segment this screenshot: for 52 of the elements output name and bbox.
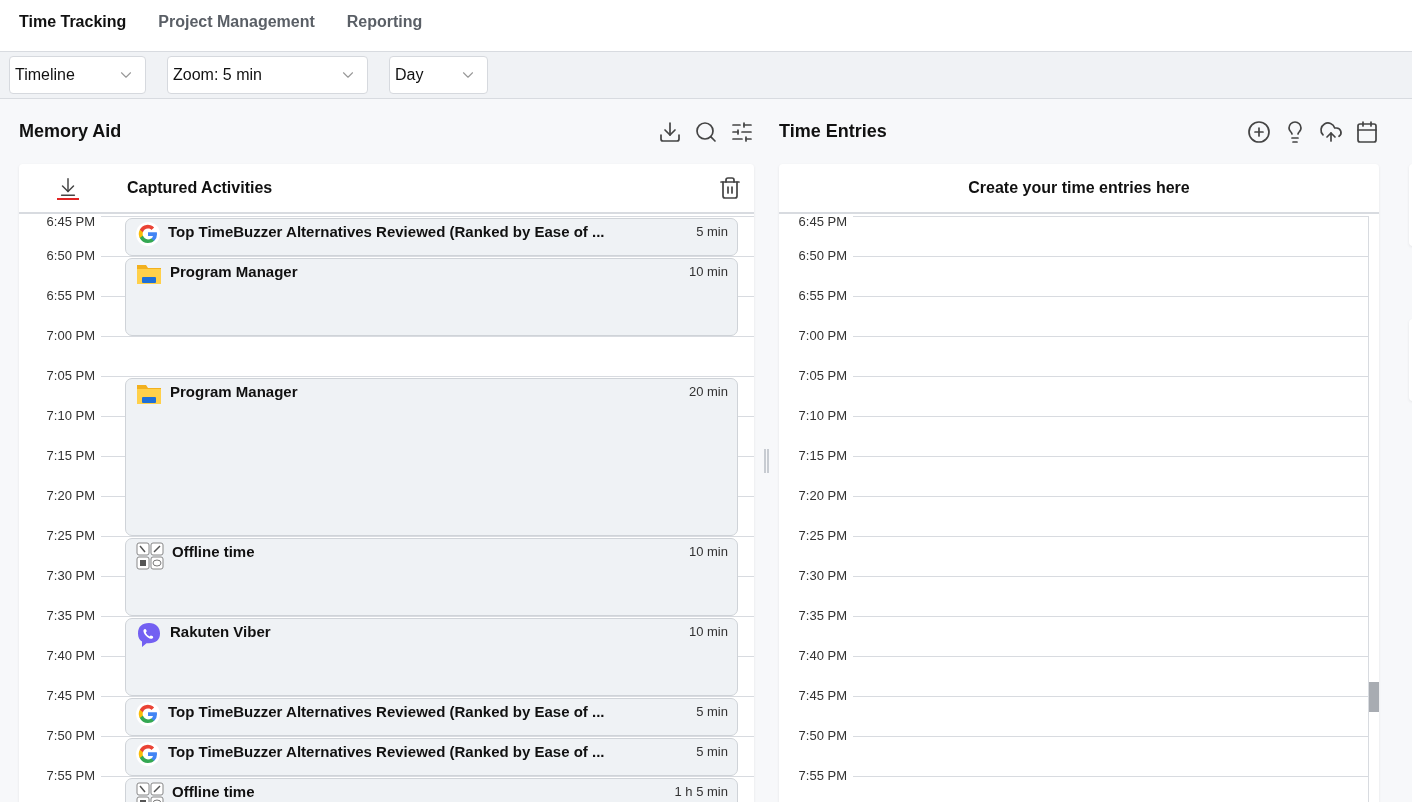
activity-card[interactable]: Program Manager 20 min	[125, 378, 738, 536]
activity-title: Top TimeBuzzer Alternatives Reviewed (Ranked by Ease of ...	[168, 222, 606, 242]
nav-tab[interactable]: Time Tracking	[19, 13, 127, 31]
folder-icon	[136, 262, 162, 286]
activity-title: Rakuten Viber	[170, 622, 272, 642]
activity-title: Top TimeBuzzer Alternatives Reviewed (Ranked by Ease of ...	[168, 702, 606, 722]
activity-duration: 10 min	[688, 623, 728, 641]
activity-duration: 5 min	[696, 223, 728, 241]
search-icon[interactable]	[694, 119, 718, 144]
grid-icon	[136, 782, 164, 802]
activity-card[interactable]: Offline time 1 h 5 min	[125, 778, 738, 802]
activity-title: Offline time	[172, 782, 256, 802]
resize-handle[interactable]	[764, 448, 769, 473]
activity-card[interactable]: Program Manager 10 min	[125, 258, 738, 336]
add-icon[interactable]	[1247, 119, 1271, 144]
upload-icon[interactable]	[1319, 119, 1343, 144]
chat-phone-icon	[136, 622, 162, 648]
activity-card[interactable]: Rakuten Viber 10 min	[125, 618, 738, 696]
dropdown[interactable]: Zoom: 5 min	[167, 56, 368, 94]
nav-tab[interactable]: Project Management	[158, 13, 315, 31]
dropdown[interactable]: Day	[389, 56, 488, 94]
google-icon	[136, 222, 160, 246]
activity-duration: 1 h 5 min	[674, 783, 728, 801]
card-title: Captured Activities	[127, 179, 274, 197]
card-title: Create your time entries here	[968, 179, 1190, 197]
activity-duration: 10 min	[688, 263, 728, 281]
panel-title: Memory Aid	[19, 121, 122, 142]
folder-icon	[136, 382, 162, 406]
activity-card[interactable]: Top TimeBuzzer Alternatives Reviewed (Ranked by Ease of ... 5 min	[125, 218, 738, 256]
activity-duration: 10 min	[688, 543, 728, 561]
scrollbar[interactable]	[1368, 216, 1379, 802]
activity-duration: 20 min	[688, 383, 728, 401]
settings-icon[interactable]	[730, 119, 754, 144]
activity-card[interactable]: Top TimeBuzzer Alternatives Reviewed (Ranked by Ease of ... 5 min	[125, 698, 738, 736]
activity-card[interactable]: Top TimeBuzzer Alternatives Reviewed (Ranked by Ease of ... 5 min	[125, 738, 738, 776]
download-icon[interactable]	[57, 176, 79, 200]
trash-icon[interactable]	[718, 176, 742, 200]
google-icon	[136, 702, 160, 726]
download-icon[interactable]	[658, 119, 682, 144]
panel-title: Time Entries	[779, 121, 887, 142]
activity-title: Program Manager	[170, 262, 299, 282]
grid-icon	[136, 542, 164, 570]
dropdown[interactable]: Timeline	[9, 56, 146, 94]
activity-title: Offline time	[172, 542, 256, 562]
nav-tab[interactable]: Reporting	[346, 13, 423, 31]
google-icon	[136, 742, 160, 766]
activity-duration: 5 min	[696, 743, 728, 761]
calendar-icon[interactable]	[1355, 119, 1379, 144]
activity-card[interactable]: Offline time 10 min	[125, 538, 738, 616]
activity-title: Top TimeBuzzer Alternatives Reviewed (Ranked by Ease of ...	[168, 742, 606, 762]
activity-title: Program Manager	[170, 382, 299, 402]
activity-duration: 5 min	[696, 703, 728, 721]
